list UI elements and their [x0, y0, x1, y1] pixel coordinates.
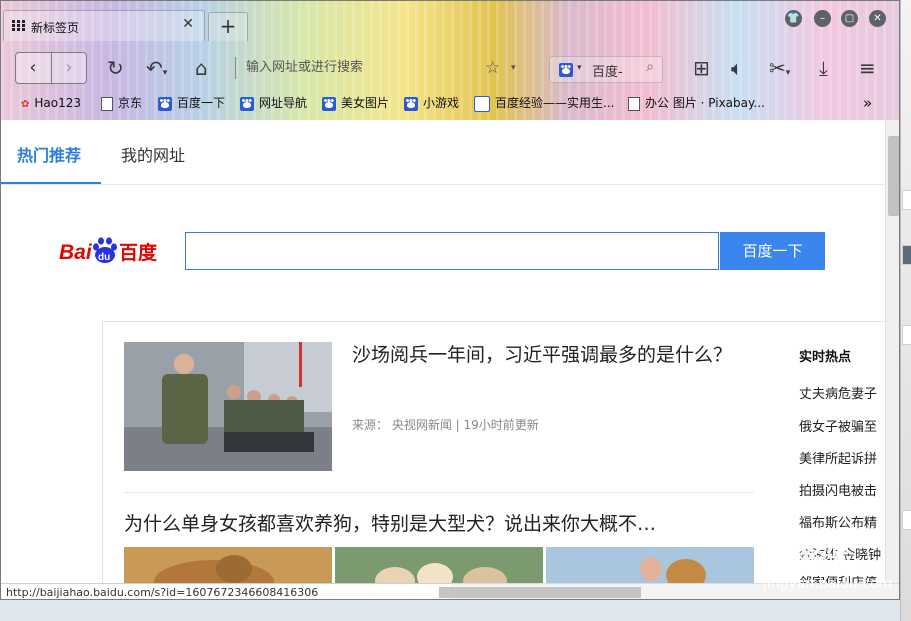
- bookmark-baidu[interactable]: 百度一下: [158, 94, 225, 112]
- home-icon[interactable]: ⌂: [195, 55, 208, 81]
- page-tabs: 热门推荐 我的网址: [1, 120, 885, 185]
- vertical-scroll-thumb[interactable]: [888, 136, 899, 216]
- news-divider: [124, 492, 754, 493]
- news-image-dog-1[interactable]: [124, 547, 332, 583]
- refresh-icon[interactable]: ↻: [107, 55, 124, 81]
- close-window-icon[interactable]: ✕: [869, 10, 886, 27]
- baidu-paw-icon: [322, 96, 336, 111]
- hot-item[interactable]: 丈夫病危妻子: [799, 383, 885, 402]
- star-icon[interactable]: ☆: [485, 55, 500, 81]
- baidu-jingyan-watermark: 经验 jingyan.baidu.com: [762, 535, 892, 592]
- search-engine-label: 百度-: [592, 65, 623, 80]
- svg-text:经验: 经验: [800, 542, 852, 573]
- bookmark-nav[interactable]: 网址导航: [240, 94, 307, 112]
- folder-icon: [101, 96, 113, 111]
- svg-text:jingyan.baidu.com: jingyan.baidu.com: [762, 576, 892, 592]
- baidu-jingyan-icon: [474, 95, 490, 112]
- status-bar-url: http://baijiahao.baidu.com/s?id=16076723…: [1, 583, 451, 599]
- bookmark-hao123[interactable]: ✿ Hao123: [21, 94, 81, 112]
- news-title-1[interactable]: 沙场阅兵一年间，习近平强调最多的是什么？: [352, 340, 757, 370]
- maximize-icon[interactable]: ▢: [841, 10, 858, 27]
- hot-item[interactable]: 美律所起诉拼: [799, 448, 885, 467]
- bookmark-pixabay[interactable]: 办公 图片 · Pixabay...: [628, 94, 765, 112]
- minimize-icon[interactable]: –: [814, 10, 831, 27]
- browser-tab[interactable]: 新标签页 ✕: [3, 10, 205, 41]
- close-tab-icon[interactable]: ✕: [182, 16, 194, 32]
- search-icon[interactable]: ⌕: [646, 59, 654, 75]
- browser-chrome: 新标签页 ✕ + 👕 – ▢ ✕ ‹ › ↻ ↶▾ ⌂ 输入网址或进行搜索 ☆ …: [1, 1, 899, 120]
- bookmark-jd[interactable]: 京东: [101, 94, 142, 112]
- skin-icon[interactable]: 👕: [785, 10, 802, 27]
- baidu-paw-icon: [240, 96, 254, 111]
- browser-window: 新标签页 ✕ + 👕 – ▢ ✕ ‹ › ↻ ↶▾ ⌂ 输入网址或进行搜索 ☆ …: [0, 0, 900, 600]
- svg-text:百度: 百度: [119, 241, 158, 264]
- news-image-soldiers[interactable]: [124, 342, 332, 471]
- baidu-paw-icon: [559, 62, 573, 77]
- baidu-paw-icon: [158, 96, 172, 111]
- forward-icon[interactable]: ›: [54, 56, 84, 80]
- back-icon[interactable]: ‹: [18, 56, 48, 80]
- bookmark-games[interactable]: 小游戏: [404, 94, 459, 112]
- news-image-dog-3[interactable]: [546, 547, 754, 583]
- engine-dropdown-icon[interactable]: ▾: [577, 63, 582, 73]
- baidu-logo[interactable]: Bai du 百度: [59, 231, 163, 267]
- baidu-paw-icon: [404, 96, 418, 111]
- hao123-icon: ✿: [21, 99, 30, 110]
- svg-text:du: du: [98, 252, 110, 263]
- undo-icon[interactable]: ↶▾: [146, 55, 167, 81]
- screenshot-scissors-icon[interactable]: ✂▾: [769, 55, 790, 81]
- bookmark-jingyan[interactable]: 百度经验——实用生...: [474, 94, 614, 112]
- baidu-search-button[interactable]: 百度一下: [720, 232, 825, 270]
- app-grid-icon: [12, 20, 25, 31]
- horizontal-scroll-thumb[interactable]: [439, 587, 641, 598]
- news-title-2[interactable]: 为什么单身女孩都喜欢养狗，特别是大型犬？说出来你大概不…: [124, 511, 754, 537]
- tab-hot[interactable]: 热门推荐: [17, 142, 81, 166]
- volume-icon[interactable]: 🔈︎: [731, 55, 743, 81]
- download-icon[interactable]: ⤓: [819, 55, 828, 81]
- star-dropdown-icon[interactable]: ▾: [511, 55, 516, 81]
- new-tab-button[interactable]: +: [208, 12, 248, 41]
- svg-text:Bai: Bai: [59, 241, 93, 264]
- search-engine-box[interactable]: ▾ 百度- ⌕: [549, 56, 663, 83]
- baidu-search-input[interactable]: [185, 232, 719, 270]
- tab-my-sites[interactable]: 我的网址: [121, 142, 185, 166]
- more-bookmarks-icon[interactable]: »: [863, 94, 872, 112]
- active-tab-indicator: [1, 182, 101, 184]
- news-image-dog-2[interactable]: [335, 547, 543, 583]
- vertical-scrollbar[interactable]: [885, 120, 899, 583]
- bookmark-girls[interactable]: 美女图片: [322, 94, 389, 112]
- apps-add-icon[interactable]: ⊞: [693, 55, 710, 81]
- new-tab-page: 热门推荐 我的网址 Bai du 百度 百度一下 沙场阅兵一年间，习近平强调最多…: [1, 120, 885, 583]
- nav-buttons: ‹ ›: [15, 52, 87, 84]
- hot-item[interactable]: 俄女子被骗至: [799, 416, 885, 435]
- file-icon: [628, 96, 640, 111]
- menu-icon[interactable]: ≡: [859, 55, 876, 81]
- tab-title: 新标签页: [31, 21, 80, 35]
- hot-item[interactable]: 拍摄闪电被击: [799, 480, 885, 499]
- news-source-1: 来源： 央视网新闻 | 19小时前更新: [352, 418, 539, 432]
- hot-topics-title: 实时热点: [799, 350, 852, 365]
